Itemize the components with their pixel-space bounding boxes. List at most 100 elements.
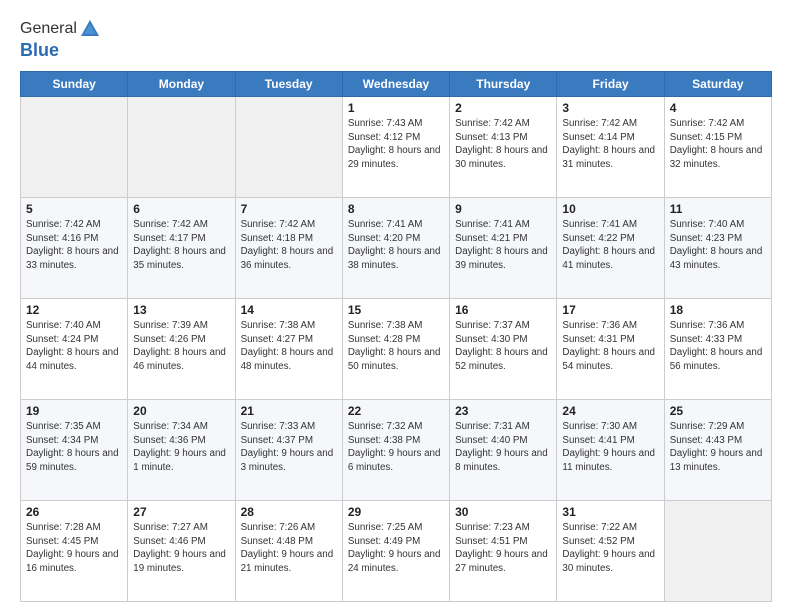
day-number: 26 [26,505,122,519]
calendar-cell: 3Sunrise: 7:42 AMSunset: 4:14 PMDaylight… [557,97,664,198]
cell-content: Sunrise: 7:27 AMSunset: 4:46 PMDaylight:… [133,521,229,576]
cell-content: Sunrise: 7:35 AMSunset: 4:34 PMDaylight:… [26,420,122,475]
calendar-cell: 31 Sunrise: 7:22 AMSunset: 4:52 PMDayligh… [557,501,664,602]
calendar-cell: 12 Sunrise: 7:40 AMSunset: 4:24 PMDayligh… [21,299,128,400]
day-number: 30 [455,505,551,519]
cell-content: Sunrise: 7:40 AMSunset: 4:23 PMDaylight:… [670,218,766,273]
day-number: 15 [348,303,444,317]
cell-content: Sunrise: 7:42 AMSunset: 4:13 PMDaylight:… [455,117,551,172]
calendar-cell: 27 Sunrise: 7:27 AMSunset: 4:46 PMDayligh… [128,501,235,602]
cell-content: Sunrise: 7:41 AMSunset: 4:20 PMDaylight:… [348,218,444,273]
calendar-cell: 19Sunrise: 7:35 AMSunset: 4:34 PMDayligh… [21,400,128,501]
logo: General Blue [20,18,101,61]
weekday-saturday: Saturday [664,72,771,97]
day-number: 3 [562,101,658,115]
calendar-cell: 26 Sunrise: 7:28 AMSunset: 4:45 PMDayligh… [21,501,128,602]
cell-content: Sunrise: 7:43 AMSunset: 4:12 PMDaylight:… [348,117,444,172]
day-number: 1 [348,101,444,115]
day-number: 16 [455,303,551,317]
header: General Blue [20,18,772,61]
weekday-monday: Monday [128,72,235,97]
day-number: 25 [670,404,766,418]
day-number: 22 [348,404,444,418]
day-number: 17 [562,303,658,317]
day-number: 27 [133,505,229,519]
cell-content: Sunrise: 7:42 AMSunset: 4:18 PMDaylight:… [241,218,337,273]
calendar-cell: 10Sunrise: 7:41 AMSunset: 4:22 PMDayligh… [557,198,664,299]
week-row-2: 5Sunrise: 7:42 AMSunset: 4:16 PMDaylight… [21,198,772,299]
week-row-5: 26 Sunrise: 7:28 AMSunset: 4:45 PMDayligh… [21,501,772,602]
week-row-3: 12 Sunrise: 7:40 AMSunset: 4:24 PMDayligh… [21,299,772,400]
cell-content: Sunrise: 7:40 AMSunset: 4:24 PMDaylight:… [26,319,122,374]
cell-content: Sunrise: 7:23 AMSunset: 4:51 PMDaylight:… [455,521,551,576]
day-number: 11 [670,202,766,216]
cell-content: Sunrise: 7:31 AMSunset: 4:40 PMDaylight:… [455,420,551,475]
calendar-cell: 2 Sunrise: 7:42 AMSunset: 4:13 PMDaylight… [450,97,557,198]
day-number: 24 [562,404,658,418]
calendar-cell: 4 Sunrise: 7:42 AMSunset: 4:15 PMDaylight… [664,97,771,198]
calendar-cell: 6 Sunrise: 7:42 AMSunset: 4:17 PMDaylight… [128,198,235,299]
cell-content: Sunrise: 7:36 AMSunset: 4:33 PMDaylight:… [670,319,766,374]
cell-content: Sunrise: 7:33 AMSunset: 4:37 PMDaylight:… [241,420,337,475]
calendar-cell: 24 Sunrise: 7:30 AMSunset: 4:41 PMDayligh… [557,400,664,501]
cell-content: Sunrise: 7:34 AMSunset: 4:36 PMDaylight:… [133,420,229,475]
page: General Blue SundayMondayTuesdayWednesda… [0,0,792,612]
cell-content: Sunrise: 7:30 AMSunset: 4:41 PMDaylight:… [562,420,658,475]
weekday-wednesday: Wednesday [342,72,449,97]
calendar-cell: 22Sunrise: 7:32 AMSunset: 4:38 PMDayligh… [342,400,449,501]
calendar-table: SundayMondayTuesdayWednesdayThursdayFrid… [20,71,772,602]
calendar-cell: 15 Sunrise: 7:38 AMSunset: 4:28 PMDayligh… [342,299,449,400]
logo-blue-text: Blue [20,40,101,61]
day-number: 28 [241,505,337,519]
calendar-cell: 17 Sunrise: 7:36 AMSunset: 4:31 PMDayligh… [557,299,664,400]
calendar-cell: 29 Sunrise: 7:25 AMSunset: 4:49 PMDayligh… [342,501,449,602]
calendar-cell: 18Sunrise: 7:36 AMSunset: 4:33 PMDayligh… [664,299,771,400]
day-number: 8 [348,202,444,216]
cell-content: Sunrise: 7:38 AMSunset: 4:28 PMDaylight:… [348,319,444,374]
calendar-cell: 23Sunrise: 7:31 AMSunset: 4:40 PMDayligh… [450,400,557,501]
cell-content: Sunrise: 7:41 AMSunset: 4:21 PMDaylight:… [455,218,551,273]
calendar-cell [664,501,771,602]
cell-content: Sunrise: 7:29 AMSunset: 4:43 PMDaylight:… [670,420,766,475]
day-number: 29 [348,505,444,519]
cell-content: Sunrise: 7:36 AMSunset: 4:31 PMDaylight:… [562,319,658,374]
weekday-sunday: Sunday [21,72,128,97]
cell-content: Sunrise: 7:42 AMSunset: 4:15 PMDaylight:… [670,117,766,172]
weekday-tuesday: Tuesday [235,72,342,97]
day-number: 2 [455,101,551,115]
day-number: 13 [133,303,229,317]
calendar-cell: 1 Sunrise: 7:43 AMSunset: 4:12 PMDaylight… [342,97,449,198]
day-number: 4 [670,101,766,115]
calendar-cell: 8 Sunrise: 7:41 AMSunset: 4:20 PMDaylight… [342,198,449,299]
day-number: 10 [562,202,658,216]
calendar-cell: 30 Sunrise: 7:23 AMSunset: 4:51 PMDayligh… [450,501,557,602]
cell-content: Sunrise: 7:22 AMSunset: 4:52 PMDaylight:… [562,521,658,576]
cell-content: Sunrise: 7:42 AMSunset: 4:17 PMDaylight:… [133,218,229,273]
calendar-cell: 7 Sunrise: 7:42 AMSunset: 4:18 PMDaylight… [235,198,342,299]
calendar-cell: 21 Sunrise: 7:33 AMSunset: 4:37 PMDayligh… [235,400,342,501]
cell-content: Sunrise: 7:38 AMSunset: 4:27 PMDaylight:… [241,319,337,374]
week-row-1: 1 Sunrise: 7:43 AMSunset: 4:12 PMDaylight… [21,97,772,198]
calendar-cell: 5Sunrise: 7:42 AMSunset: 4:16 PMDaylight… [21,198,128,299]
cell-content: Sunrise: 7:25 AMSunset: 4:49 PMDaylight:… [348,521,444,576]
calendar-cell: 28Sunrise: 7:26 AMSunset: 4:48 PMDayligh… [235,501,342,602]
day-number: 6 [133,202,229,216]
week-row-4: 19Sunrise: 7:35 AMSunset: 4:34 PMDayligh… [21,400,772,501]
weekday-thursday: Thursday [450,72,557,97]
logo-general-text: General [20,20,77,38]
calendar-cell [235,97,342,198]
logo-icon [79,18,101,40]
calendar-cell: 20Sunrise: 7:34 AMSunset: 4:36 PMDayligh… [128,400,235,501]
cell-content: Sunrise: 7:28 AMSunset: 4:45 PMDaylight:… [26,521,122,576]
day-number: 9 [455,202,551,216]
calendar-cell: 14Sunrise: 7:38 AMSunset: 4:27 PMDayligh… [235,299,342,400]
day-number: 5 [26,202,122,216]
day-number: 21 [241,404,337,418]
calendar-cell: 25 Sunrise: 7:29 AMSunset: 4:43 PMDayligh… [664,400,771,501]
day-number: 12 [26,303,122,317]
calendar-cell: 16Sunrise: 7:37 AMSunset: 4:30 PMDayligh… [450,299,557,400]
calendar-cell: 9 Sunrise: 7:41 AMSunset: 4:21 PMDaylight… [450,198,557,299]
day-number: 7 [241,202,337,216]
day-number: 31 [562,505,658,519]
calendar-cell [21,97,128,198]
